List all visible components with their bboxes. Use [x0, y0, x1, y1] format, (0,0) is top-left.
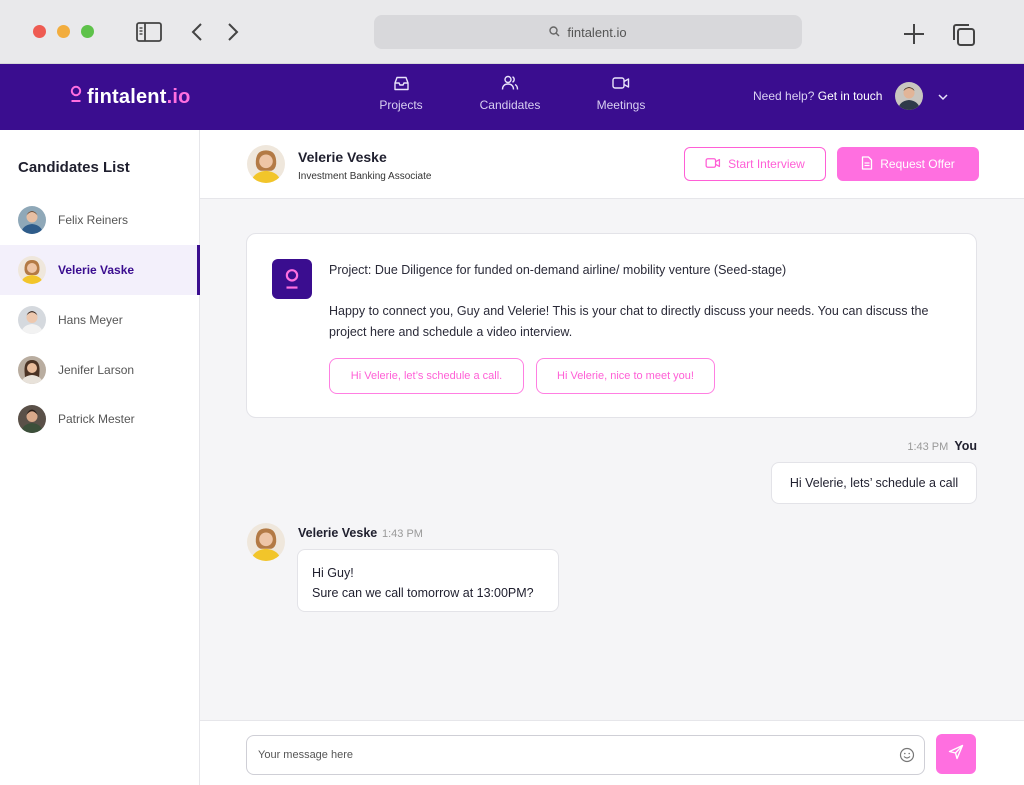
- message-time: 1:43 PM: [907, 441, 949, 453]
- avatar: [18, 356, 46, 384]
- browser-toolbar: fintalent.io: [0, 0, 1024, 64]
- nav-projects[interactable]: Projects: [372, 74, 430, 122]
- tabs-overview-icon[interactable]: [951, 22, 977, 48]
- pin-logo-icon: [272, 259, 312, 299]
- nav-meetings-label: Meetings: [596, 98, 646, 112]
- nav-projects-label: Projects: [379, 98, 423, 112]
- sidebar-item-hans-meyer[interactable]: Hans Meyer: [0, 295, 200, 345]
- incoming-message-bubble: Hi Guy! Sure can we call tomorrow at 13:…: [297, 549, 559, 612]
- outgoing-message-meta: 1:43 PM You: [880, 439, 977, 453]
- chevron-down-icon[interactable]: [937, 90, 949, 102]
- chat-contact-name: Velerie Veske: [298, 149, 387, 165]
- emoji-icon[interactable]: [899, 747, 915, 763]
- request-offer-button[interactable]: Request Offer: [837, 147, 979, 181]
- quick-reply-schedule-call[interactable]: Hi Velerie, let’s schedule a call.: [329, 358, 524, 394]
- sidebar-item-velerie-vaske[interactable]: Velerie Vaske: [0, 245, 200, 295]
- nav-candidates-label: Candidates: [479, 98, 541, 112]
- fintalent-logo[interactable]: fintalent.io: [70, 84, 191, 110]
- app-header: fintalent.io Projects Candidates Meeting…: [0, 64, 1024, 130]
- chat-contact-role: Investment Banking Associate: [298, 171, 432, 182]
- sidebar-title: Candidates List: [18, 159, 130, 176]
- logo-text: fintalent: [87, 85, 167, 108]
- message-sender: You: [954, 439, 977, 453]
- back-arrow-icon[interactable]: [186, 20, 208, 44]
- outgoing-message-bubble: Hi Velerie, lets’ schedule a call: [771, 462, 977, 504]
- message-time: 1:43 PM: [382, 528, 423, 540]
- sidebar-item-label: Velerie Vaske: [58, 263, 135, 277]
- candidates-sidebar: Candidates List Felix Reiners Velerie Va…: [0, 130, 200, 785]
- search-icon: [549, 25, 560, 40]
- project-intro-card: Project: Due Diligence for funded on-dem…: [246, 233, 977, 418]
- url-text: fintalent.io: [567, 24, 627, 40]
- sidebar-item-felix-reiners[interactable]: Felix Reiners: [0, 195, 200, 245]
- nav-candidates[interactable]: Candidates: [474, 74, 546, 122]
- project-title: Project: Due Diligence for funded on-dem…: [329, 263, 787, 277]
- send-icon: [948, 744, 964, 765]
- sidebar-item-patrick-mester[interactable]: Patrick Mester: [0, 394, 200, 444]
- pin-logo-icon: [70, 85, 82, 109]
- forward-arrow-icon[interactable]: [222, 20, 244, 44]
- sidebar-item-label: Jenifer Larson: [58, 363, 135, 377]
- avatar: [247, 523, 285, 561]
- document-icon: [861, 155, 873, 173]
- window-minimize-button[interactable]: [57, 25, 70, 38]
- nav-meetings[interactable]: Meetings: [592, 74, 650, 122]
- url-bar[interactable]: fintalent.io: [374, 15, 802, 49]
- project-description: Happy to connect you, Guy and Velerie! T…: [329, 304, 929, 339]
- avatar: [18, 256, 46, 284]
- sidebar-item-label: Hans Meyer: [58, 313, 123, 327]
- send-button[interactable]: [936, 734, 976, 774]
- sidebar-item-jenifer-larson[interactable]: Jenifer Larson: [0, 345, 200, 395]
- avatar: [18, 405, 46, 433]
- avatar: [18, 206, 46, 234]
- sidebar-item-label: Felix Reiners: [58, 213, 129, 227]
- get-in-touch-link[interactable]: Get in touch: [818, 89, 883, 103]
- users-icon: [501, 74, 519, 92]
- message-sender: Velerie Veske: [298, 526, 378, 540]
- sidebar-toggle-icon[interactable]: [136, 21, 162, 43]
- chat-header: Velerie Veske Investment Banking Associa…: [200, 130, 1024, 199]
- avatar: [18, 306, 46, 334]
- logo-suffix: .io: [166, 85, 191, 108]
- sidebar-item-label: Patrick Mester: [58, 412, 135, 426]
- avatar: [247, 145, 285, 183]
- video-icon: [612, 74, 630, 92]
- window-close-button[interactable]: [33, 25, 46, 38]
- message-composer: [200, 720, 1024, 785]
- help-text: Need help? Get in touch: [753, 89, 883, 103]
- start-interview-button[interactable]: Start Interview: [684, 147, 826, 181]
- plus-icon[interactable]: [902, 22, 926, 46]
- quick-reply-nice-to-meet[interactable]: Hi Velerie, nice to meet you!: [536, 358, 715, 394]
- inbox-icon: [393, 74, 410, 92]
- message-input[interactable]: [246, 735, 925, 775]
- user-avatar[interactable]: [895, 82, 923, 110]
- window-maximize-button[interactable]: [81, 25, 94, 38]
- video-icon: [705, 157, 721, 172]
